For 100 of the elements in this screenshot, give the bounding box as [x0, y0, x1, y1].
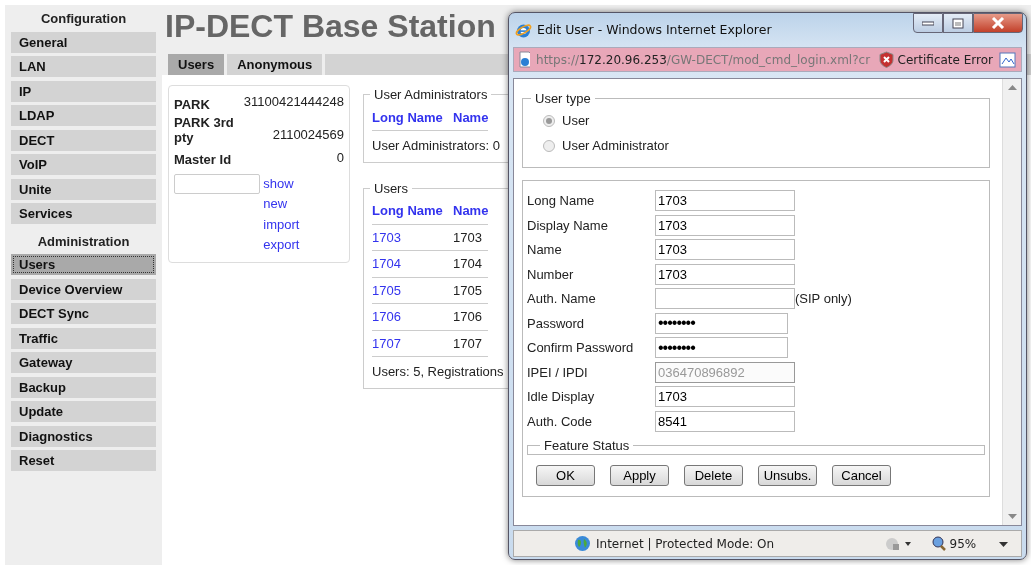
- scroll-up-icon[interactable]: [1007, 85, 1017, 90]
- column-header[interactable]: Name: [453, 198, 489, 224]
- user-link[interactable]: 1706: [372, 303, 453, 330]
- compatibility-view-icon[interactable]: [999, 50, 1017, 69]
- table-summary: User Administrators: 0: [372, 137, 501, 155]
- field-label: Idle Display: [527, 388, 596, 406]
- field-label: Auth. Code: [527, 412, 594, 431]
- sidebar-item[interactable]: Update: [11, 401, 156, 422]
- group-legend: User type: [531, 89, 595, 109]
- address-bar[interactable]: https://172.20.96.253/GW-DECT/mod_cmd_login.xml?cr Certificate Error: [513, 47, 1022, 72]
- sidebar-item[interactable]: DECT: [11, 129, 156, 151]
- sidebar-item[interactable]: Backup: [11, 376, 156, 398]
- table-cell: 1703: [453, 224, 489, 251]
- action-link[interactable]: new: [263, 194, 288, 215]
- maximize-button[interactable]: [943, 13, 973, 33]
- sidebar-heading: Administration: [36, 232, 131, 251]
- radio-label: User Administrator: [562, 137, 669, 156]
- user-link[interactable]: 1707: [372, 330, 453, 357]
- radio-label: User: [562, 112, 590, 131]
- action-link[interactable]: import: [263, 214, 300, 235]
- page-icon: [518, 51, 531, 68]
- input-field[interactable]: 1703: [655, 214, 795, 236]
- password-field[interactable]: ••••••••: [655, 312, 788, 334]
- sidebar-item[interactable]: IP: [11, 80, 156, 102]
- info-value: 2110024569: [272, 126, 344, 144]
- sidebar-item[interactable]: Unite: [11, 178, 156, 200]
- table-cell: 1705: [453, 277, 489, 304]
- dialog-button[interactable]: Apply: [610, 464, 669, 486]
- maximize-icon: [952, 17, 964, 29]
- globe-icon: [574, 535, 591, 552]
- sidebar-item[interactable]: Services: [11, 203, 156, 224]
- search-field[interactable]: [174, 173, 260, 194]
- input-field[interactable]: 1703: [655, 239, 795, 261]
- sidebar-item[interactable]: Gateway: [11, 352, 156, 373]
- caret-icon[interactable]: [999, 541, 1008, 547]
- sidebar-item[interactable]: LAN: [11, 56, 156, 77]
- table-summary: Users: 5, Registrations: [372, 363, 502, 381]
- input-field[interactable]: 1703: [655, 190, 795, 212]
- input-field[interactable]: 1703: [655, 386, 795, 408]
- info-value: 31100421444248: [243, 93, 344, 111]
- user-link[interactable]: 1704: [372, 250, 453, 277]
- sidebar-item[interactable]: VoIP: [11, 154, 156, 175]
- sidebar-item[interactable]: Traffic: [11, 327, 156, 349]
- close-icon: [991, 17, 1005, 29]
- table-cell: 1706: [453, 303, 489, 330]
- column-header[interactable]: Long Name: [372, 198, 453, 224]
- dialog-button[interactable]: Delete: [684, 464, 743, 486]
- field-label: Display Name: [527, 216, 609, 235]
- field-label: Long Name: [527, 192, 596, 210]
- url-text: https://172.20.96.253/GW-DECT/mod_cmd_login.xml?cr: [536, 51, 871, 69]
- field-label: IPEI / IPDI: [527, 363, 589, 382]
- input-field[interactable]: [655, 288, 795, 310]
- field-label: Password: [527, 314, 586, 333]
- zoom-icon[interactable]: [932, 536, 947, 551]
- field-label: Confirm Password: [527, 339, 635, 357]
- table-cell: 1707: [453, 330, 489, 357]
- dialog-button[interactable]: OK: [536, 464, 595, 486]
- scrollbar[interactable]: [1002, 79, 1021, 525]
- dialog-button[interactable]: Cancel: [832, 464, 891, 486]
- info-label: Master Id: [174, 152, 233, 167]
- field-label: Auth. Name: [527, 290, 597, 308]
- action-link[interactable]: export: [263, 235, 300, 256]
- sidebar-item[interactable]: Users: [11, 254, 156, 275]
- tab[interactable]: Anonymous: [227, 54, 323, 75]
- panel-legend: Users: [370, 179, 412, 198]
- info-value: 0: [336, 148, 344, 167]
- dialog-button[interactable]: Unsubs.: [758, 464, 817, 486]
- input-field[interactable]: 1703: [655, 263, 795, 285]
- info-label: PARK 3rd pty: [174, 114, 235, 145]
- certificate-error-link[interactable]: Certificate Error: [897, 50, 993, 69]
- zoom-level[interactable]: 95%: [949, 534, 977, 553]
- action-link[interactable]: show: [263, 173, 294, 194]
- column-header[interactable]: Long Name: [372, 104, 453, 131]
- sidebar-item[interactable]: General: [11, 31, 156, 53]
- minimize-button[interactable]: [913, 13, 943, 33]
- password-field[interactable]: ••••••••: [655, 337, 788, 359]
- field-label: Number: [527, 265, 575, 284]
- sidebar-heading: Configuration: [39, 10, 128, 28]
- user-link[interactable]: 1705: [372, 277, 453, 304]
- page-title: IP-DECT Base Station: [165, 7, 496, 46]
- sidebar-item[interactable]: Diagnostics: [11, 425, 156, 447]
- sidebar-item[interactable]: Device Overview: [11, 278, 156, 300]
- tab[interactable]: Users: [168, 54, 225, 75]
- shield-error-icon: [879, 51, 895, 68]
- minimize-icon: [922, 20, 934, 26]
- window-title: Edit User - Windows Internet Explorer: [537, 20, 772, 39]
- info-label: PARK: [174, 96, 211, 112]
- scroll-down-icon[interactable]: [1007, 514, 1017, 519]
- column-header[interactable]: Name: [453, 104, 489, 131]
- sidebar-item[interactable]: LDAP: [11, 105, 156, 126]
- user-link[interactable]: 1703: [372, 224, 453, 251]
- table-cell: 1704: [453, 250, 489, 277]
- sidebar-item[interactable]: DECT Sync: [11, 303, 156, 324]
- field-note: (SIP only): [795, 290, 852, 308]
- security-icon[interactable]: [884, 535, 913, 552]
- zone-text: Internet | Protected Mode: On: [596, 535, 775, 553]
- panel-legend: User Administrators: [370, 86, 492, 105]
- input-field[interactable]: 8541: [655, 410, 795, 432]
- close-button[interactable]: [973, 13, 1023, 33]
- sidebar-item[interactable]: Reset: [11, 450, 156, 471]
